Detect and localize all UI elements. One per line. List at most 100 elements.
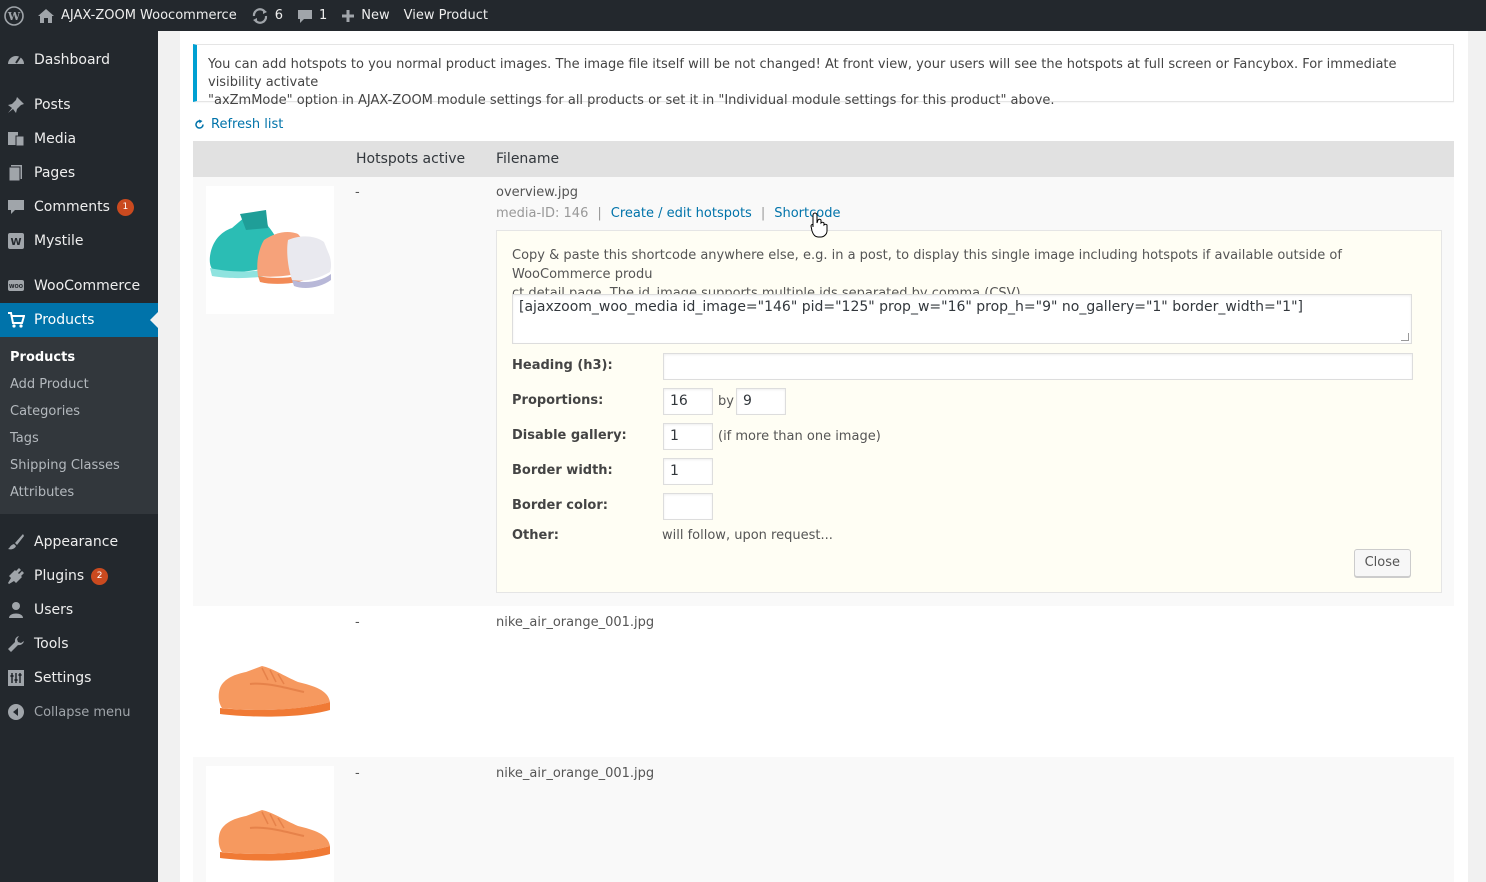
submenu-item-products[interactable]: Products [0,344,158,371]
woo-icon: WOO [6,276,26,296]
other-label: Other: [512,528,559,543]
plug-icon [6,566,26,586]
settings-icon [6,668,26,688]
filename: nike_air_orange_001.jpg [496,766,655,781]
collapse-menu-button[interactable]: Collapse menu [0,695,158,729]
home-icon [38,8,54,23]
main-content: You can add hotspots to you normal produ… [158,31,1486,882]
page-scrollbar[interactable] [1468,31,1486,882]
hotspots-active-value: - [355,615,360,630]
disable-gallery-hint: (if more than one image) [718,429,881,444]
updates-count: 6 [274,8,283,23]
plus-icon [342,9,355,22]
sidebar-item-settings[interactable]: Settings [0,661,158,695]
row-actions: media-ID: 146 | Create / edit hotspots |… [496,206,840,221]
sidebar-item-users[interactable]: Users [0,593,158,627]
media-panel: You can add hotspots to you normal produ… [180,31,1468,882]
proportion-width-input[interactable]: 16 [663,388,713,415]
close-button[interactable]: Close [1353,549,1411,577]
proportion-height-input[interactable]: 9 [736,388,786,415]
hand-cursor-icon [810,212,828,238]
submenu-item-categories[interactable]: Categories [0,398,158,425]
border-width-label: Border width: [512,463,613,478]
sidebar-item-label: Settings [34,670,92,686]
updates-link[interactable]: 6 [244,0,290,31]
sidebar-item-media[interactable]: Media [0,122,158,156]
shortcode-textarea[interactable]: [ajaxzoom_woo_media id_image="146" pid="… [512,294,1412,344]
heading-input[interactable] [663,353,1413,380]
hotspots-active-value: - [355,185,360,200]
sidebar-item-products[interactable]: Products [0,303,158,337]
comments-link[interactable]: 1 [290,0,334,31]
submenu-item-attributes[interactable]: Attributes [0,479,158,506]
sidebar-item-dashboard[interactable]: Dashboard [0,43,158,77]
user-icon [6,600,26,620]
refresh-list-label: Refresh list [211,117,284,132]
border-color-input[interactable] [663,493,713,520]
disable-gallery-label: Disable gallery: [512,428,627,443]
sidebar-item-label: Media [34,131,77,147]
plugins-badge: 2 [91,567,109,585]
resize-handle-icon[interactable] [1401,333,1409,341]
svg-text:W: W [7,10,21,23]
border-color-label: Border color: [512,498,608,513]
new-label: New [361,8,390,23]
updates-icon [252,7,267,24]
sidebar-item-label: Products [34,312,95,328]
sidebar-item-comments[interactable]: Comments 1 [0,190,158,224]
create-edit-hotspots-link[interactable]: Create / edit hotspots [611,206,752,221]
sidebar-item-pages[interactable]: Pages [0,156,158,190]
comments-count: 1 [318,8,328,23]
shortcode-description-line1: Copy & paste this shortcode anywhere els… [512,248,1342,282]
view-product-label: View Product [403,8,488,23]
svg-text:W: W [10,237,21,248]
media-icon [6,129,26,149]
by-label: by [718,394,734,409]
wordpress-logo-icon[interactable]: W [0,0,30,31]
collapse-menu-label: Collapse menu [34,704,131,720]
sidebar-item-label: Dashboard [34,52,110,68]
column-header-hotspots: Hotspots active [356,151,466,167]
site-name-link[interactable]: AJAX-ZOOM Woocommerce [30,0,244,31]
pages-icon [6,163,26,183]
dashboard-icon [6,50,26,70]
comment-icon [6,197,26,217]
sidebar-item-label: Mystile [34,233,84,249]
sidebar-item-label: Pages [34,165,76,181]
shortcode-link[interactable]: Shortcode [774,206,840,221]
admin-sidebar: Dashboard Posts Media Pages Comments 1 W… [0,31,158,882]
shortcode-panel: Copy & paste this shortcode anywhere els… [496,230,1442,593]
new-content-link[interactable]: New [334,0,396,31]
submenu-item-add-product[interactable]: Add Product [0,371,158,398]
sneakers-image [206,186,334,314]
sidebar-item-posts[interactable]: Posts [0,88,158,122]
theme-icon: W [6,231,26,251]
disable-gallery-input[interactable]: 1 [663,423,713,450]
sidebar-item-tools[interactable]: Tools [0,627,158,661]
submenu-item-shipping-classes[interactable]: Shipping Classes [0,452,158,479]
sidebar-item-label: Users [34,602,74,618]
notice-text-line2: "axZmMode" option in AJAX-ZOOM module se… [208,93,1055,108]
product-thumbnail[interactable] [206,618,334,746]
filename: overview.jpg [496,185,578,200]
orange-sneaker-image [206,766,334,882]
sidebar-item-mystile[interactable]: W Mystile [0,224,158,258]
pin-icon [6,95,26,115]
site-name: AJAX-ZOOM Woocommerce [61,8,237,23]
wrench-icon [6,634,26,654]
view-product-link[interactable]: View Product [397,0,495,31]
sidebar-item-label: WooCommerce [34,278,141,294]
product-thumbnail[interactable] [206,186,334,314]
notice-text-line1: You can add hotspots to you normal produ… [208,57,1397,90]
other-text: will follow, upon request... [662,528,833,543]
sidebar-item-appearance[interactable]: Appearance [0,525,158,559]
media-id: media-ID: 146 [496,206,589,221]
border-width-input[interactable]: 1 [663,458,713,485]
sidebar-item-plugins[interactable]: Plugins 2 [0,559,158,593]
sidebar-item-woocommerce[interactable]: WOO WooCommerce [0,269,158,303]
brush-icon [6,532,26,552]
refresh-list-link[interactable]: Refresh list [194,117,283,132]
submenu-item-tags[interactable]: Tags [0,425,158,452]
product-thumbnail[interactable] [206,766,334,882]
proportions-label: Proportions: [512,393,604,408]
